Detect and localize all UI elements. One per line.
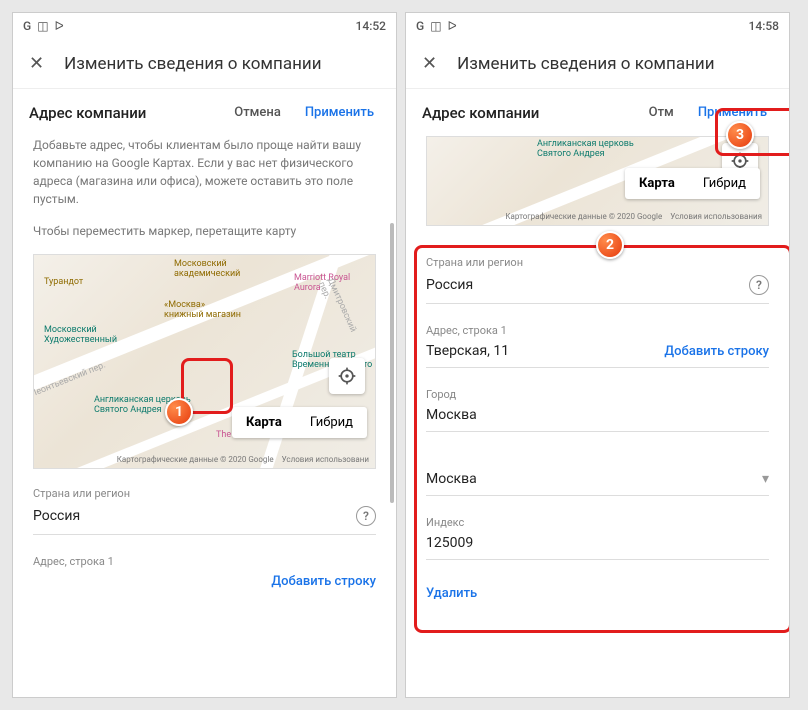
chevron-down-icon: ▾	[762, 471, 769, 487]
help-icon[interactable]: ?	[749, 275, 769, 295]
status-time: 14:58	[749, 19, 779, 33]
header: ✕ Изменить сведения о компании	[13, 39, 396, 89]
map-poi: Англиканская церковь Святого Андрея	[537, 139, 634, 159]
delete-button[interactable]: Удалить	[426, 580, 769, 607]
map[interactable]: Московский академический Marriott Royal …	[33, 254, 376, 469]
zip-field[interactable]: Индекс 125009	[426, 516, 769, 560]
close-icon[interactable]: ✕	[422, 53, 437, 74]
map-tab-map[interactable]: Карта	[625, 168, 689, 199]
country-value: Россия	[33, 508, 80, 524]
zip-label: Индекс	[426, 516, 769, 529]
cancel-button[interactable]: Отмена	[228, 101, 287, 124]
annotation-badge-3: 3	[726, 121, 754, 149]
status-icon-v: ᐅ	[448, 19, 457, 33]
status-icon-v: ᐅ	[55, 19, 64, 33]
section-title: Адрес компании	[422, 104, 631, 122]
address-line-1-field[interactable]: Адрес, строка 1 Тверская, 11 Добавить ст…	[426, 324, 769, 368]
add-line-button[interactable]: Добавить строку	[664, 344, 769, 359]
apply-button[interactable]: Применить	[692, 101, 773, 124]
map-type-toggle[interactable]: Карта Гибрид	[232, 407, 367, 438]
status-icon-a: ◫	[37, 19, 48, 33]
map-attribution: Картографические данные © 2020 Google Ус…	[117, 455, 369, 464]
status-time: 14:52	[356, 19, 386, 33]
help-text-2: Чтобы переместить маркер, перетащите кар…	[33, 222, 376, 240]
city-value: Москва	[426, 407, 477, 423]
map[interactable]: Англиканская церковь Святого Андрея Карт…	[426, 136, 769, 226]
scrollbar[interactable]	[390, 223, 394, 503]
country-field[interactable]: Страна или регион Россия ?	[426, 256, 769, 304]
content: Добавьте адрес, чтобы клиентам было прощ…	[13, 136, 396, 697]
subheader: Адрес компании Отмена Применить	[13, 89, 396, 136]
phone-left: G ◫ ᐅ 14:52 ✕ Изменить сведения о компан…	[12, 12, 397, 698]
content: Англиканская церковь Святого Андрея Карт…	[406, 136, 789, 697]
address-line-1-field[interactable]: Адрес, строка 1 Добавить строку	[33, 555, 376, 597]
close-icon[interactable]: ✕	[29, 53, 44, 74]
map-type-toggle[interactable]: Карта Гибрид	[625, 168, 760, 199]
phone-right: G ◫ ᐅ 14:58 ✕ Изменить сведения о компан…	[405, 12, 790, 698]
status-bar: G ◫ ᐅ 14:52	[13, 13, 396, 39]
status-icon-g: G	[23, 19, 31, 33]
region-field[interactable]: Москва ▾	[426, 452, 769, 496]
annotation-badge-2: 2	[596, 231, 624, 259]
help-icon[interactable]: ?	[356, 506, 376, 526]
status-icon-a: ◫	[430, 19, 441, 33]
country-label: Страна или регион	[33, 487, 376, 500]
map-tab-map[interactable]: Карта	[232, 407, 296, 438]
city-label: Город	[426, 388, 769, 401]
city-field[interactable]: Город Москва	[426, 388, 769, 432]
addr1-label: Адрес, строка 1	[426, 324, 769, 337]
map-poi: Московский Художественный	[44, 325, 117, 345]
addr1-label: Адрес, строка 1	[33, 555, 376, 568]
region-value: Москва	[426, 471, 477, 487]
locate-button[interactable]	[329, 358, 365, 394]
status-bar: G ◫ ᐅ 14:58	[406, 13, 789, 39]
header: ✕ Изменить сведения о компании	[406, 39, 789, 89]
map-attribution: Картографические данные © 2020 Google Ус…	[505, 212, 762, 221]
section-title: Адрес компании	[29, 104, 216, 122]
zip-value: 125009	[426, 535, 473, 551]
country-value: Россия	[426, 277, 473, 293]
region-label	[426, 452, 769, 465]
map-poi: Турандот	[44, 277, 83, 287]
page-title: Изменить сведения о компании	[64, 54, 321, 74]
addr1-value: Тверская, 11	[426, 343, 509, 359]
apply-button[interactable]: Применить	[299, 101, 380, 124]
add-line-button[interactable]: Добавить строку	[271, 574, 376, 589]
map-poi: Московский академический	[174, 259, 240, 279]
cancel-button[interactable]: Отм	[643, 101, 680, 124]
page-title: Изменить сведения о компании	[457, 54, 714, 74]
map-tab-hybrid[interactable]: Гибрид	[296, 407, 367, 438]
map-poi: «Москва» книжный магазин	[164, 300, 241, 320]
map-tab-hybrid[interactable]: Гибрид	[689, 168, 760, 199]
annotation-badge-1: 1	[165, 398, 193, 426]
country-field[interactable]: Страна или регион Россия ?	[33, 487, 376, 535]
help-text-1: Добавьте адрес, чтобы клиентам было прощ…	[33, 136, 376, 208]
country-label: Страна или регион	[426, 256, 769, 269]
status-icon-g: G	[416, 19, 424, 33]
